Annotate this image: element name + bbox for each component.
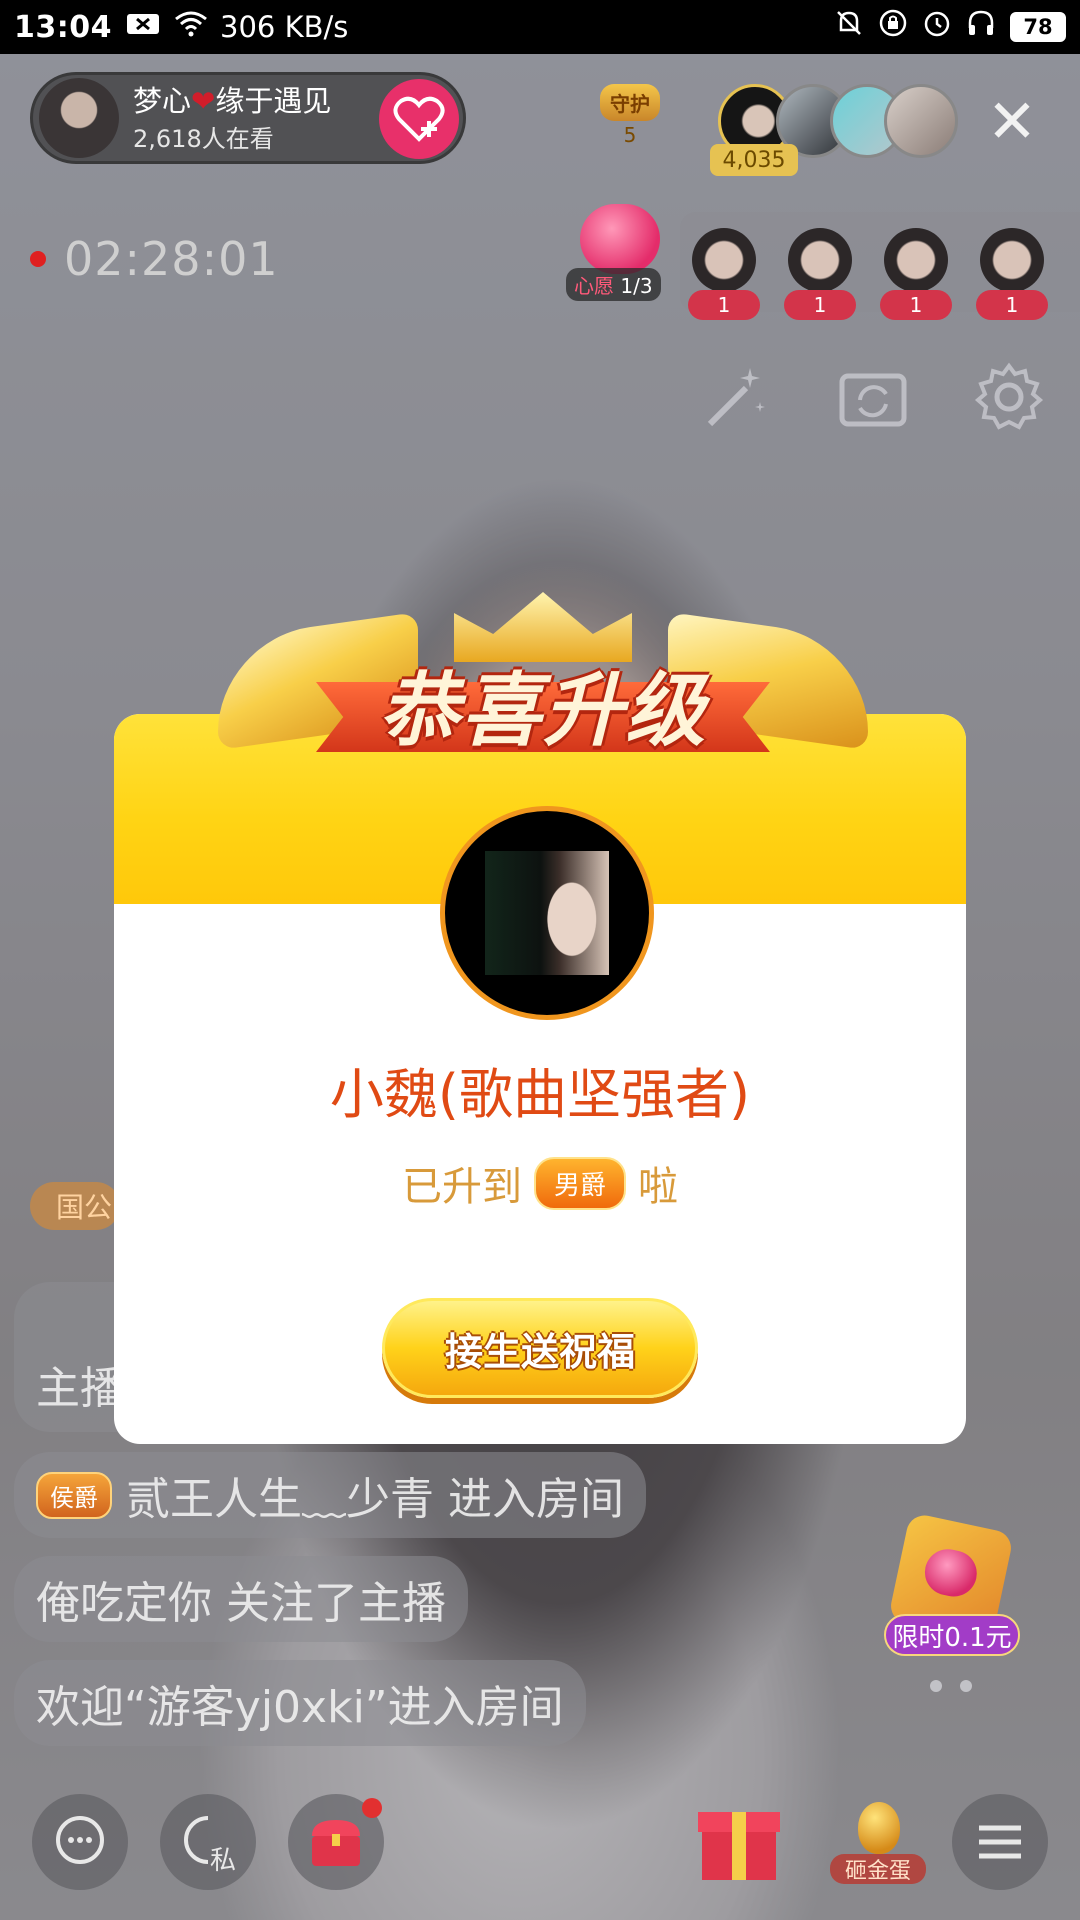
stream-timer: 02:28:01 [64, 232, 279, 286]
chat-text: 俺吃定你 关注了主播 [36, 1578, 446, 1629]
host-viewer-count: 2,618人在看 [133, 124, 274, 153]
private-message-button[interactable]: 私 [160, 1794, 256, 1890]
rank-item[interactable]: 1 [784, 228, 856, 320]
host-name-part1: 梦心 [133, 83, 192, 118]
golden-egg-icon [858, 1802, 900, 1854]
level-badge: 男爵 [533, 1156, 626, 1210]
rank-count: 1 [688, 290, 760, 320]
noble-tag: 侯爵 [36, 1471, 112, 1519]
mute-bell-icon [834, 8, 864, 46]
treasure-chest-icon [312, 1820, 360, 1866]
close-icon[interactable]: ✕ [984, 92, 1040, 152]
follow-button[interactable] [379, 79, 459, 159]
chat-message: 欢迎“游客yj0xki”进入房间 [14, 1660, 586, 1746]
wish-heart-icon [580, 204, 660, 274]
wish-text: 心愿 [574, 274, 614, 298]
level-suffix: 啦 [638, 1164, 678, 1210]
heart-plus-icon [393, 96, 445, 142]
notification-icon [126, 10, 160, 45]
noble-rank-tag: 国公 [30, 1182, 120, 1230]
magic-wand-icon[interactable] [700, 362, 770, 432]
host-text: 梦心❤缘于遇见 2,618人在看 [133, 83, 331, 154]
winner-name: 小魏(歌曲坚强者) [329, 1063, 751, 1126]
rank-avatar [884, 228, 948, 292]
record-dot-icon [30, 251, 46, 267]
stream-timer-row: 02:28:01 [30, 232, 279, 286]
winner-avatar [440, 806, 654, 1020]
gift-icon[interactable] [698, 1800, 780, 1884]
viewer-total: 4,035 [710, 144, 798, 176]
heart-icon: ❤ [191, 83, 216, 118]
hamburger-menu-icon [979, 1825, 1021, 1859]
host-name-part2: 缘于遇见 [215, 83, 332, 118]
rank-item[interactable]: 1 [880, 228, 952, 320]
host-avatar[interactable] [39, 78, 119, 158]
guard-label: 守护 [600, 84, 660, 121]
viewer-avatar[interactable] [884, 84, 958, 158]
rank-count: 1 [976, 290, 1048, 320]
network-speed: 306 KB/s [220, 10, 349, 44]
level-line: 已升到 男爵 啦 [114, 1154, 966, 1212]
contributor-rank-strip: 1 1 1 1 [680, 212, 1080, 320]
headphones-icon [966, 8, 996, 46]
rank-count: 1 [784, 290, 856, 320]
menu-button[interactable] [952, 1794, 1048, 1890]
status-bar: 13:04 306 KB/s 78 [0, 0, 1080, 54]
egg-label: 砸金蛋 [830, 1854, 926, 1884]
notification-dot [362, 1798, 382, 1818]
chat-message: 侯爵 贰王人生﹏少青 进入房间 [14, 1452, 646, 1538]
host-info-pill[interactable]: 梦心❤缘于遇见 2,618人在看 [30, 72, 466, 164]
send-blessing-button[interactable]: 接生送祝福 [382, 1298, 698, 1398]
wish-label: 心愿 1/3 [566, 268, 661, 301]
battery-indicator: 78 [1010, 12, 1066, 42]
wish-widget[interactable]: 心愿 1/3 [566, 204, 672, 301]
promo-label: 限时0.1元 [884, 1614, 1020, 1656]
level-prefix: 已升到 [401, 1164, 522, 1210]
golden-egg-button[interactable]: 砸金蛋 [830, 1796, 926, 1892]
rank-avatar [980, 228, 1044, 292]
alarm-icon [922, 8, 952, 46]
lock-rotation-icon [878, 8, 908, 46]
chat-message: 俺吃定你 关注了主播 [14, 1556, 468, 1642]
level-up-modal: 小魏(歌曲坚强者) 已升到 男爵 啦 接生送祝福 [114, 714, 966, 1444]
guard-badge[interactable]: 守护 5 [588, 84, 672, 164]
rank-item[interactable]: 1 [688, 228, 760, 320]
wish-progress: 1/3 [620, 274, 653, 298]
chat-text: 欢迎“游客yj0xki”进入房间 [36, 1682, 564, 1733]
chat-text: 主播 [36, 1363, 124, 1414]
level-up-banner: 恭喜升级 [218, 586, 868, 786]
treasure-chest-button[interactable] [288, 1794, 384, 1890]
status-time: 13:04 [14, 9, 112, 45]
wifi-icon [174, 9, 208, 45]
chat-text: 贰王人生﹏少青 进入房间 [126, 1474, 624, 1525]
chat-button[interactable] [32, 1794, 128, 1890]
promo-widget[interactable]: 限时0.1元 [884, 1512, 1024, 1660]
settings-gear-icon[interactable] [974, 362, 1044, 432]
chat-bubble-icon [56, 1816, 104, 1864]
page-dot [960, 1680, 972, 1692]
gift-ribbon [732, 1812, 746, 1880]
host-name: 梦心❤缘于遇见 [133, 83, 331, 119]
promo-page-dots [930, 1680, 972, 1692]
rank-avatar [692, 228, 756, 292]
guard-count: 5 [623, 123, 637, 147]
camera-switch-icon[interactable] [838, 362, 908, 432]
private-label: 私 [210, 1846, 237, 1876]
page-dot [930, 1680, 942, 1692]
winner-avatar-image [485, 851, 609, 975]
rank-item[interactable]: 1 [976, 228, 1048, 320]
rank-count: 1 [880, 290, 952, 320]
rank-avatar [788, 228, 852, 292]
modal-title: 恭喜升级 [379, 664, 707, 757]
